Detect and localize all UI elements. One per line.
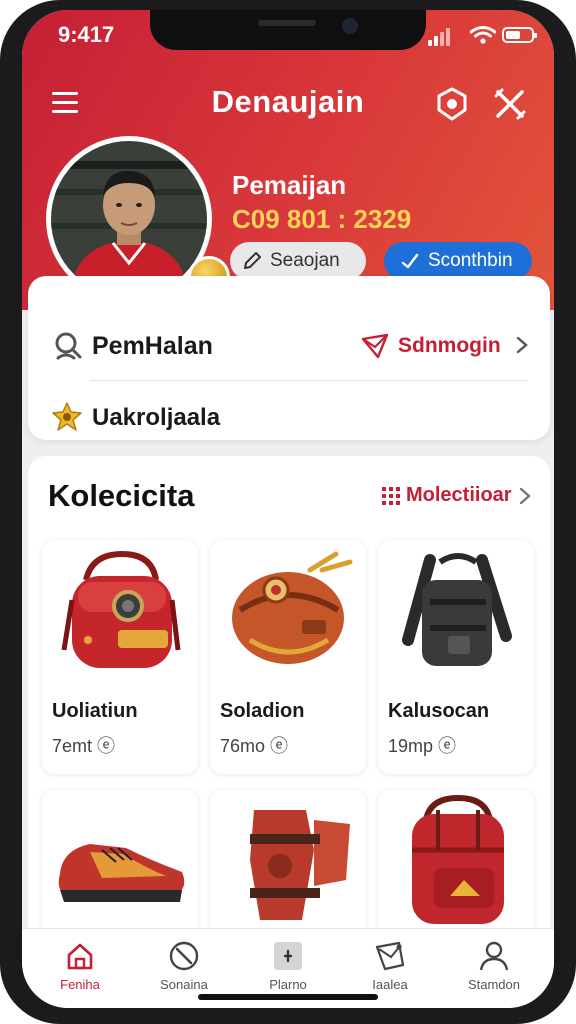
camera-notch [150,10,426,50]
search-icon [55,332,82,360]
link-icon [401,253,419,269]
tab-explore[interactable]: Sonaina [134,939,234,1001]
tab-explore-label: Sonaina [160,977,208,992]
product-price: 76mo ⓔ [220,736,289,756]
menu-row-rewards[interactable]: Uakroljaala [28,396,550,438]
phone-frame: 9:417 Denaujain Pemaijan C09 801: 2329 … [0,0,576,1024]
menu-row-search-label: PemHalan [92,332,213,360]
speaker-grille [258,20,316,26]
badge-icon[interactable] [432,84,472,124]
edit-profile-label: Seaojan [270,250,340,271]
collection-title: Kolecicita [48,478,195,513]
home-indicator [198,994,378,1000]
product-name: Uoliatiun [52,700,138,722]
product-card[interactable]: Uoliatiun 7emt ⓔ [42,540,198,774]
profile-name: Pemaijan [232,170,347,200]
grid-icon [382,487,400,505]
product-card[interactable] [378,790,534,950]
chevron-right-icon [519,487,531,505]
product-card[interactable] [42,790,198,950]
collection-more-label: Molectiioar [406,484,512,506]
tab-add-label: Plarno [269,977,307,992]
share-profile-button[interactable]: Sconthbin [384,242,532,280]
screen: 9:417 Denaujain Pemaijan C09 801: 2329 … [22,10,554,1008]
plus-box-icon [274,942,302,970]
product-price: 19mp ⓔ [388,736,457,756]
tab-home-label: Feniha [60,977,100,992]
tab-profile[interactable]: Stamdon [444,939,544,1001]
profile-photo [51,141,207,297]
menu-divider [90,380,528,381]
tab-tag-label: Iaalea [372,977,408,992]
profile-menu-card: PemHalan Sdnmogin Uakroljaala [28,276,550,440]
status-time: 9:417 [58,22,115,47]
wifi-icon [470,26,496,44]
share-profile-label: Sconthbin [428,250,513,271]
star-icon [52,402,82,431]
front-camera [342,18,358,34]
profile-icon [479,941,509,971]
pencil-icon [244,252,261,269]
leather-bag-image [232,551,353,664]
compass-icon [169,941,199,971]
product-name: Kalusocan [388,700,490,722]
send-link-label: Sdnmogin [398,334,501,357]
tab-profile-label: Stamdon [467,977,521,992]
collection-more-link[interactable]: Molectiioar [380,480,540,510]
page-title: Denaujain [211,84,365,119]
battery-icon [502,27,537,43]
status-icons [428,24,538,46]
product-name: Soladion [220,700,305,722]
red-backpack-image [61,550,181,668]
tab-home[interactable]: Feniha [30,939,130,1001]
tab-add[interactable]: Plarno [238,939,338,1001]
tab-tag[interactable]: Iaalea [340,939,440,1001]
product-card[interactable]: Kalusocan 19mp ⓔ [378,540,534,774]
product-card[interactable] [210,790,366,950]
profile-phone: C09 801 : 2329 [232,204,412,234]
edit-profile-button[interactable]: Seaojan [230,242,366,280]
home-icon [67,943,93,970]
send-icon [361,333,389,359]
product-card[interactable]: Soladion 76mo ⓔ [210,540,366,774]
knee-pads-image [250,810,350,920]
red-backpack-image [412,794,504,924]
chevron-right-icon [516,336,528,354]
tag-icon [375,941,405,971]
tools-icon[interactable] [490,84,530,124]
menu-row-rewards-label: Uakroljaala [92,404,221,431]
sneaker-image [58,844,185,902]
black-backpack-image [402,553,512,666]
send-link[interactable]: Sdnmogin [360,324,540,368]
product-price: 7emt ⓔ [52,736,116,756]
